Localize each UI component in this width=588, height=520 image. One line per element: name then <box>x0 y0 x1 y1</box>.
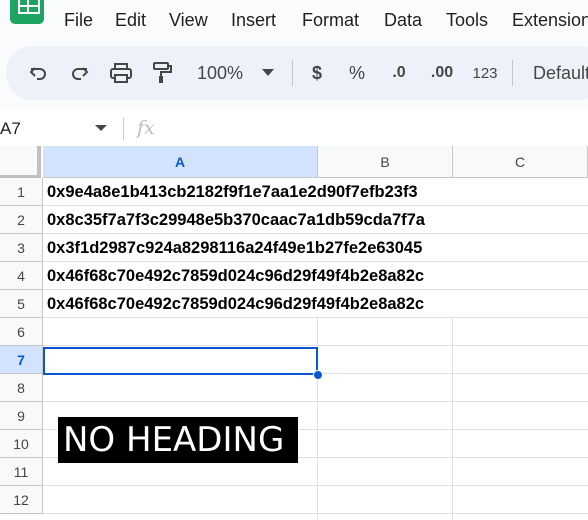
toolbar: 100% $ % .0 .00 123 Default <box>6 46 588 100</box>
row-gridline <box>43 401 588 402</box>
spreadsheet-grid[interactable]: A B C 1 2 3 4 5 6 7 8 9 10 11 12 0x9e4a8… <box>0 146 588 520</box>
row-header-4[interactable]: 4 <box>0 262 43 290</box>
name-box[interactable]: A7 <box>0 110 112 146</box>
chevron-down-icon[interactable] <box>258 46 278 100</box>
currency-format-button[interactable]: $ <box>306 46 328 100</box>
column-header-a[interactable]: A <box>43 146 318 178</box>
menu-insert[interactable]: Insert <box>231 10 276 31</box>
name-box-value: A7 <box>0 119 21 138</box>
redo-icon[interactable] <box>66 46 94 100</box>
menu-edit[interactable]: Edit <box>115 10 146 31</box>
font-select[interactable]: Default <box>533 46 588 100</box>
row-gridline <box>43 513 588 514</box>
cell-a1[interactable]: 0x9e4a8e1b413cb2182f9f1e7aa1e2d90f7efb23… <box>47 178 418 206</box>
row-header-7[interactable]: 7 <box>0 346 43 374</box>
row-header-11[interactable]: 11 <box>0 458 43 486</box>
row-header-10[interactable]: 10 <box>0 430 43 458</box>
row-header-2[interactable]: 2 <box>0 206 43 234</box>
increase-decimal-button[interactable]: .00 <box>424 46 460 100</box>
paint-format-icon[interactable] <box>148 46 176 100</box>
column-header-c[interactable]: C <box>453 146 588 178</box>
row-gridline <box>43 485 588 486</box>
formula-divider <box>123 118 124 140</box>
decrease-decimal-label: .0 <box>392 64 406 81</box>
fx-icon: fx <box>137 117 155 139</box>
decrease-decimal-button[interactable]: .0 <box>384 46 414 100</box>
formula-bar: A7 fx <box>0 110 588 146</box>
active-cell-a7[interactable] <box>43 347 318 375</box>
menu-view[interactable]: View <box>169 10 208 31</box>
menu-tools[interactable]: Tools <box>446 10 488 31</box>
row-header-9[interactable]: 9 <box>0 402 43 430</box>
percent-format-button[interactable]: % <box>346 46 368 100</box>
cell-a3[interactable]: 0x3f1d2987c924a8298116a24f49e1b27fe2e630… <box>47 234 422 262</box>
no-heading-image[interactable]: NO HEADING <box>58 417 298 463</box>
cell-a4[interactable]: 0x46f68c70e492c7859d024c96d29f49f4b2e8a8… <box>47 262 424 290</box>
select-all-corner[interactable] <box>0 146 41 179</box>
row-gridline <box>43 345 588 346</box>
print-icon[interactable] <box>107 46 135 100</box>
cell-a5[interactable]: 0x46f68c70e492c7859d024c96d29f49f4b2e8a8… <box>47 290 424 318</box>
menu-file[interactable]: File <box>64 10 93 31</box>
toolbar-divider <box>292 60 293 86</box>
row-header-5[interactable]: 5 <box>0 290 43 318</box>
row-header-6[interactable]: 6 <box>0 318 43 346</box>
menu-bar: File Edit View Insert Format Data Tools … <box>0 0 588 40</box>
row-header-8[interactable]: 8 <box>0 374 43 402</box>
sheets-logo-icon[interactable] <box>10 0 44 24</box>
row-header-3[interactable]: 3 <box>0 234 43 262</box>
row-header-12[interactable]: 12 <box>0 486 43 514</box>
zoom-value[interactable]: 100% <box>192 46 248 100</box>
menu-extensions[interactable]: Extensions <box>512 10 588 31</box>
column-header-b[interactable]: B <box>318 146 453 178</box>
row-header-1[interactable]: 1 <box>0 178 43 206</box>
increase-decimal-label: .00 <box>430 64 454 81</box>
chevron-down-icon[interactable] <box>95 125 107 131</box>
undo-icon[interactable] <box>24 46 52 100</box>
number-format-button[interactable]: 123 <box>470 46 500 100</box>
column-gridline <box>452 318 453 520</box>
menu-data[interactable]: Data <box>384 10 422 31</box>
fill-handle[interactable] <box>313 370 323 380</box>
cell-a2[interactable]: 0x8c35f7a7f3c29948e5b370caac7a1db59cda7f… <box>47 206 425 234</box>
menu-format[interactable]: Format <box>302 10 359 31</box>
toolbar-divider <box>512 60 513 86</box>
